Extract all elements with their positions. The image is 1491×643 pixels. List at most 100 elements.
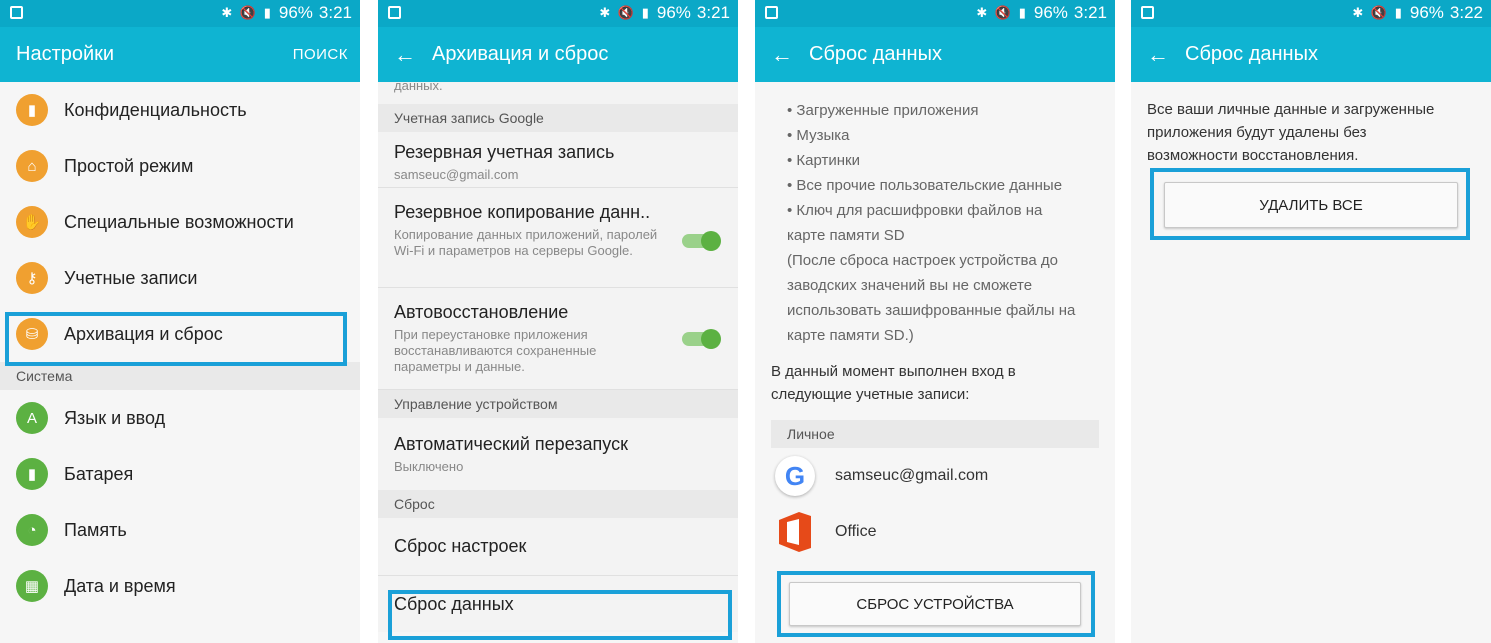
gallery-icon (1141, 6, 1154, 19)
clock: 3:22 (1449, 3, 1483, 22)
autorestore-toggle[interactable] (682, 329, 721, 349)
app-bar: Настройки ПОИСК (0, 27, 360, 82)
logged-in-text: В данный момент выполнен вход в следующи… (771, 363, 1016, 403)
settings-item-label: Учетные записи (64, 267, 198, 288)
gallery-icon (10, 6, 23, 19)
backup-data-row[interactable]: Резервное копирование данн.. Копирование… (378, 188, 738, 288)
settings-item[interactable]: ▮ Батарея (0, 446, 360, 502)
language-icon: A (16, 402, 48, 434)
clock: 3:21 (318, 3, 352, 22)
row-title: Автоматический перезапуск (394, 434, 628, 454)
settings-screen: ✱ 🔇 ▮ 96% 3:21 Настройки ПОИСК ▮ Конфиденци… (0, 0, 360, 643)
clock: 3:21 (696, 3, 730, 22)
google-account: G samseuc@gmail.com (755, 448, 1115, 504)
settings-item-label: Дата и время (64, 575, 176, 596)
bullet-item: • Музыка (787, 127, 850, 144)
settings-item-label: Специальные возможности (64, 211, 294, 232)
settings-item[interactable]: ◔ Память (0, 502, 360, 558)
personal-header: Личное (771, 420, 1099, 448)
highlight-frame (5, 312, 347, 366)
highlight-frame (777, 571, 1095, 637)
reset-settings-row[interactable]: Сброс настроек (378, 518, 738, 576)
clock: 3:21 (1073, 3, 1107, 22)
settings-item[interactable]: ⚷ Учетные записи (0, 250, 360, 306)
section-header-google: Учетная запись Google (378, 104, 738, 132)
highlight-frame (388, 590, 732, 640)
calendar-icon: ▦ (16, 570, 48, 602)
data-reset-screen: ✱ 🔇 ▮ 96% 3:21 ← Сброс данных • Загруженны… (755, 0, 1115, 643)
page-title: Настройки (16, 43, 115, 65)
status-bar: ✱ 🔇 ▮ 96% 3:21 (755, 0, 1115, 27)
app-bar: ← Сброс данных (755, 27, 1115, 82)
scrolled-text: данных. (394, 82, 443, 93)
app-bar: ← Архивация и сброс (378, 27, 738, 82)
battery-percent: 96% (1409, 3, 1444, 22)
battery-icon: ▮ (16, 458, 48, 490)
settings-item-label: Простой режим (64, 155, 194, 176)
status-icons: ✱ 🔇 ▮ (976, 5, 1028, 20)
back-arrow-icon[interactable]: ← (394, 42, 416, 68)
bullet-item: • Картинки (787, 152, 860, 169)
search-button[interactable]: ПОИСК (293, 46, 348, 63)
status-icons: ✱ 🔇 ▮ (1352, 5, 1404, 20)
account-name: Office (835, 523, 877, 540)
battery-percent: 96% (1033, 3, 1068, 22)
page-title: Архивация и сброс (432, 43, 609, 65)
row-title: Резервная учетная запись (394, 142, 615, 162)
status-icons: ✱ 🔇 ▮ (599, 5, 651, 20)
section-header-system: Система (0, 362, 360, 390)
account-email: samseuc@gmail.com (835, 467, 989, 484)
home-icon: ⌂ (16, 150, 48, 182)
section-header-reset: Сброс (378, 490, 738, 518)
autorestart-row[interactable]: Автоматический перезапуск Выключено (378, 418, 738, 490)
settings-item[interactable]: ▮ Конфиденциальность (0, 82, 360, 138)
settings-item[interactable]: A Язык и ввод (0, 390, 360, 446)
backup-reset-screen: ✱ 🔇 ▮ 96% 3:21 ← Архивация и сброс данных.… (378, 0, 738, 643)
status-bar: ✱ 🔇 ▮ 96% 3:21 (378, 0, 738, 27)
backup-toggle[interactable] (682, 231, 721, 251)
autorestore-row[interactable]: Автовосстановление При переустановке при… (378, 288, 738, 390)
note-text: (После сброса настроек устройства до зав… (787, 252, 1076, 344)
app-bar: ← Сброс данных (1131, 27, 1491, 82)
row-subtitle: Выключено (394, 459, 464, 474)
privacy-icon: ▮ (16, 94, 48, 126)
page-title: Сброс данных (1185, 43, 1318, 65)
gallery-icon (765, 6, 778, 19)
row-subtitle: samseuc@gmail.com (394, 167, 519, 182)
row-subtitle: Копирование данных приложений, паролей W… (394, 227, 658, 258)
bullet-item: • Загруженные приложения (787, 102, 979, 119)
office-icon (773, 510, 817, 554)
bullet-list: • Загруженные приложения • Музыка • Карт… (771, 98, 1099, 348)
settings-item-label: Язык и ввод (64, 407, 166, 428)
battery-percent: 96% (278, 3, 313, 22)
page-title: Сброс данных (809, 43, 942, 65)
status-icons: ✱ 🔇 ▮ (221, 5, 273, 20)
row-subtitle: При переустановке приложения восстанавли… (394, 327, 597, 374)
key-icon: ⚷ (16, 262, 48, 294)
highlight-frame (1150, 168, 1470, 240)
back-arrow-icon[interactable]: ← (1147, 42, 1169, 68)
row-title: Автовосстановление (394, 302, 569, 322)
backup-account-row[interactable]: Резервная учетная запись samseuc@gmail.c… (378, 132, 738, 188)
status-bar: ✱ 🔇 ▮ 96% 3:21 (0, 0, 360, 27)
settings-item[interactable]: ▦ Дата и время (0, 558, 360, 614)
hand-icon: ✋ (16, 206, 48, 238)
settings-item-label: Конфиденциальность (64, 99, 247, 120)
status-bar: ✱ 🔇 ▮ 96% 3:22 (1131, 0, 1491, 27)
bullet-item: • Ключ для расшифровки файлов на карте п… (787, 202, 1043, 244)
data-reset-confirm-screen: ✱ 🔇 ▮ 96% 3:22 ← Сброс данных Все ваши лич… (1131, 0, 1491, 643)
settings-item[interactable]: ✋ Специальные возможности (0, 194, 360, 250)
gallery-icon (388, 6, 401, 19)
settings-item-label: Батарея (64, 463, 134, 484)
row-title: Резервное копирование данн.. (394, 202, 651, 222)
back-arrow-icon[interactable]: ← (771, 42, 793, 68)
row-title: Сброс настроек (394, 536, 527, 556)
google-icon: G (775, 456, 815, 496)
section-header-device: Управление устройством (378, 390, 738, 418)
battery-percent: 96% (656, 3, 691, 22)
bullet-item: • Все прочие пользовательские данные (787, 177, 1063, 194)
settings-item[interactable]: ⌂ Простой режим (0, 138, 360, 194)
office-account: Office (755, 504, 1115, 560)
settings-item-label: Память (64, 519, 127, 540)
memory-icon: ◔ (16, 514, 48, 546)
